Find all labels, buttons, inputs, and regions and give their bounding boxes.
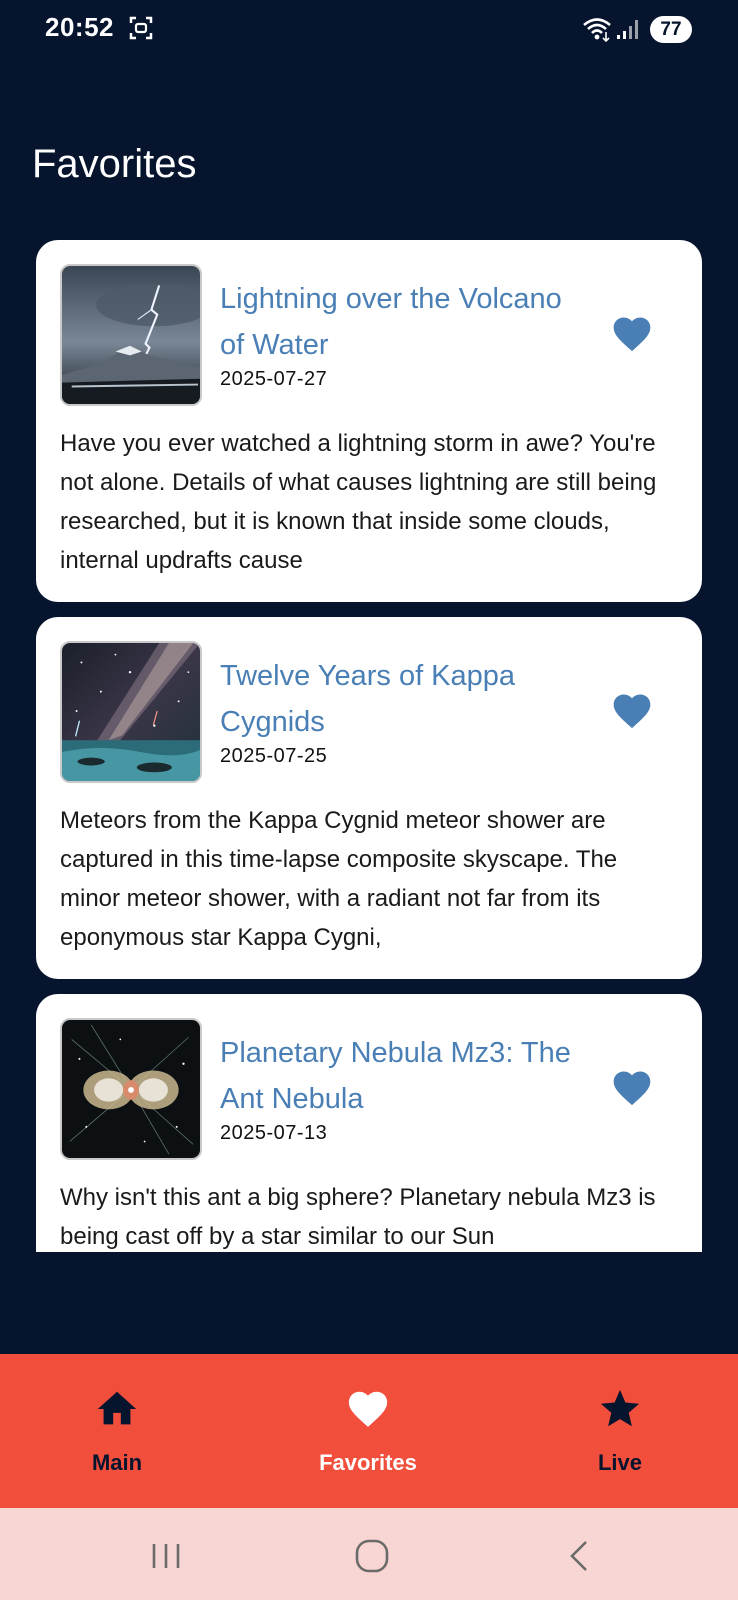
nav-label: Favorites [319,1450,417,1475]
page-title: Favorites [32,142,197,186]
card-thumbnail-image [60,641,202,783]
card-title[interactable]: Planetary Nebula Mz3: The Ant Nebula [220,1030,590,1122]
nav-live[interactable]: Live [520,1354,720,1508]
recents-icon[interactable] [146,1536,186,1576]
card-description: Meteors from the Kappa Cygnid meteor sho… [60,807,618,951]
card-thumbnail-image [60,264,202,406]
card-date: 2025-07-13 [220,1122,328,1144]
card-thumbnail-image [60,1018,202,1160]
card-date: 2025-07-27 [220,368,328,390]
favorite-card[interactable]: Planetary Nebula Mz3: The Ant Nebula 202… [36,994,702,1252]
favorite-heart-button[interactable] [610,312,654,356]
card-date: 2025-07-25 [220,745,328,767]
nav-main[interactable]: Main [17,1354,217,1508]
favorite-card[interactable]: Twelve Years of Kappa Cygnids 2025-07-25… [36,617,702,979]
screenshot-icon [129,16,153,40]
bottom-navigation: Main Favorites Live [0,1354,738,1508]
battery-indicator: 77 [650,16,692,43]
favorite-heart-button[interactable] [610,689,654,733]
favorite-heart-button[interactable] [610,1066,654,1110]
app-screen: 20:52 77 Favorites Lightning over the Vo… [0,0,738,1600]
home-icon [97,1391,137,1425]
card-description: Why isn't this ant a big sphere? Planeta… [60,1184,656,1250]
status-time: 20:52 [45,12,114,42]
card-description: Have you ever watched a lightning storm … [60,430,657,574]
heart-icon [348,1391,388,1427]
card-title[interactable]: Lightning over the Volcano of Water [220,276,590,368]
wifi-icon [583,18,611,42]
favorite-card[interactable]: Lightning over the Volcano of Water 2025… [36,240,702,602]
card-title[interactable]: Twelve Years of Kappa Cygnids [220,653,590,745]
status-bar: 20:52 77 [0,0,738,60]
system-navigation-bar [0,1508,738,1600]
back-icon[interactable] [560,1536,600,1576]
star-icon [600,1389,640,1427]
home-circle-icon[interactable] [352,1536,392,1576]
signal-icon [617,20,638,39]
favorites-list[interactable]: Lightning over the Volcano of Water 2025… [0,238,738,1252]
nav-label: Main [91,1450,143,1475]
nav-favorites[interactable]: Favorites [268,1354,468,1508]
nav-label: Live [597,1450,643,1475]
